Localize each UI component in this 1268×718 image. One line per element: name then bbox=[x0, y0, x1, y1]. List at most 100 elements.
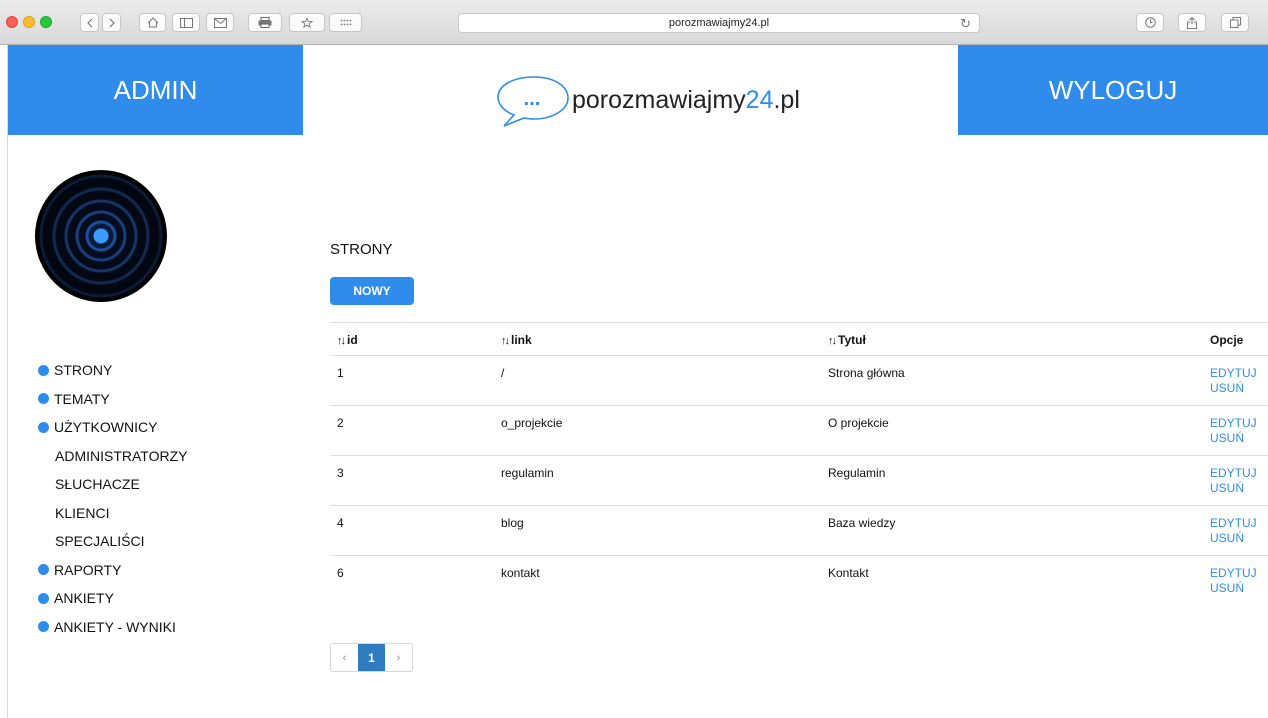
bullet-icon bbox=[38, 364, 49, 376]
url-text: porozmawiajmy24.pl bbox=[668, 17, 770, 29]
close-window-button[interactable] bbox=[6, 16, 18, 28]
sidebar-item-label: RAPORTY bbox=[54, 561, 122, 578]
bookmark-button[interactable] bbox=[289, 13, 325, 32]
page-button-current[interactable]: 1 bbox=[358, 644, 385, 671]
edit-link[interactable]: EDYTUJ bbox=[1210, 366, 1257, 381]
cell-link: regulamin bbox=[501, 466, 554, 480]
new-page-button[interactable]: NOWY bbox=[330, 277, 414, 305]
bullet-icon bbox=[38, 621, 49, 633]
cell-id: 4 bbox=[337, 516, 344, 530]
sidebar-button[interactable] bbox=[172, 13, 200, 32]
share-icon bbox=[1187, 16, 1197, 29]
sidebar-item-uzytkownicy[interactable]: UŻYTKOWNICY bbox=[38, 413, 188, 442]
next-page-button[interactable]: › bbox=[385, 644, 412, 671]
zoom-window-button[interactable] bbox=[40, 16, 52, 28]
sidebar-item-specjalisci[interactable]: SPECJALIŚCI bbox=[38, 527, 188, 556]
admin-header-link[interactable]: ADMIN bbox=[8, 45, 303, 135]
print-button[interactable] bbox=[248, 13, 282, 32]
table-row: 6 kontakt Kontakt EDYTUJ USUŃ bbox=[330, 555, 1268, 605]
delete-link[interactable]: USUŃ bbox=[1210, 381, 1257, 396]
logout-button[interactable]: WYLOGUJ bbox=[958, 45, 1268, 135]
avatar bbox=[35, 170, 167, 302]
star-icon bbox=[300, 17, 314, 28]
address-bar[interactable]: porozmawiajmy24.pl ↻ bbox=[458, 13, 980, 33]
sort-icon: ↑↓ bbox=[337, 335, 346, 347]
prev-page-button[interactable]: ‹ bbox=[331, 644, 358, 671]
column-header-label: link bbox=[511, 333, 532, 347]
page-title: STRONY bbox=[330, 241, 393, 258]
share-button[interactable] bbox=[1178, 13, 1206, 32]
grid-icon bbox=[340, 19, 351, 25]
pages-table: ↑↓ id ↑↓ link ↑↓ Tytuł Opcje 1 / Strona głó… bbox=[330, 322, 1268, 605]
sidebar-item-ankiety-wyniki[interactable]: ANKIETY - WYNIKI bbox=[38, 613, 188, 642]
cell-link: blog bbox=[501, 516, 524, 530]
column-header-link[interactable]: ↑↓ link bbox=[501, 333, 532, 347]
delete-link[interactable]: USUŃ bbox=[1210, 531, 1257, 546]
table-header-row: ↑↓ id ↑↓ link ↑↓ Tytuł Opcje bbox=[330, 322, 1268, 355]
edit-link[interactable]: EDYTUJ bbox=[1210, 466, 1257, 481]
column-header-title[interactable]: ↑↓ Tytuł bbox=[828, 333, 866, 347]
cell-title: Kontakt bbox=[828, 566, 869, 580]
sort-icon: ↑↓ bbox=[828, 335, 837, 347]
bullet-icon bbox=[38, 421, 49, 433]
table-row: 4 blog Baza wiedzy EDYTUJ USUŃ bbox=[330, 505, 1268, 555]
delete-link[interactable]: USUŃ bbox=[1210, 431, 1257, 446]
site-logo[interactable]: ... porozmawiajmy24.pl bbox=[494, 72, 800, 128]
sidebar-item-label: UŻYTKOWNICY bbox=[54, 419, 158, 436]
sidebar-item-raporty[interactable]: RAPORTY bbox=[38, 556, 188, 585]
sidebar-item-administratorzy[interactable]: ADMINISTRATORZY bbox=[38, 442, 188, 471]
cell-id: 1 bbox=[337, 366, 344, 380]
cell-title: Baza wiedzy bbox=[828, 516, 896, 530]
pagination: ‹ 1 › bbox=[330, 643, 413, 672]
edit-link[interactable]: EDYTUJ bbox=[1210, 516, 1257, 531]
window-edge bbox=[0, 45, 8, 718]
table-row: 1 / Strona główna EDYTUJ USUŃ bbox=[330, 355, 1268, 405]
sidebar-item-strony[interactable]: STRONY bbox=[38, 356, 188, 385]
speech-bubble-icon: ... bbox=[497, 76, 569, 127]
window-controls bbox=[6, 16, 52, 28]
cell-link: kontakt bbox=[501, 566, 540, 580]
home-button[interactable] bbox=[139, 13, 166, 32]
history-button[interactable] bbox=[1136, 13, 1164, 32]
sidebar-item-label: SPECJALIŚCI bbox=[55, 533, 145, 550]
sidebar-item-sluchacze[interactable]: SŁUCHACZE bbox=[38, 470, 188, 499]
sidebar-item-label: STRONY bbox=[54, 362, 113, 379]
logo-number: 24 bbox=[745, 85, 774, 114]
back-button[interactable] bbox=[80, 13, 99, 32]
cell-id: 6 bbox=[337, 566, 344, 580]
column-header-id[interactable]: ↑↓ id bbox=[337, 333, 358, 347]
sidebar-nav: STRONY TEMATY UŻYTKOWNICY ADMINISTRATORZ… bbox=[38, 356, 188, 641]
reload-icon[interactable]: ↻ bbox=[960, 16, 971, 32]
top-sites-button[interactable] bbox=[329, 13, 362, 32]
sidebar-item-ankiety[interactable]: ANKIETY bbox=[38, 584, 188, 613]
cell-link: / bbox=[501, 366, 505, 380]
bullet-icon bbox=[38, 592, 49, 604]
sidebar-item-klienci[interactable]: KLIENCI bbox=[38, 499, 188, 528]
clock-icon bbox=[1144, 17, 1156, 28]
cell-link: o_projekcie bbox=[501, 416, 563, 430]
printer-icon bbox=[258, 17, 272, 28]
column-header-label: Tytuł bbox=[838, 333, 866, 347]
cell-id: 2 bbox=[337, 416, 344, 430]
tabs-button[interactable] bbox=[1221, 13, 1249, 32]
table-row: 3 regulamin Regulamin EDYTUJ USUŃ bbox=[330, 455, 1268, 505]
sort-icon: ↑↓ bbox=[501, 335, 510, 347]
logo-prefix: porozmawiajmy bbox=[572, 85, 746, 114]
sidebar-icon bbox=[179, 17, 193, 28]
browser-toolbar: porozmawiajmy24.pl ↻ bbox=[0, 0, 1268, 45]
edit-link[interactable]: EDYTUJ bbox=[1210, 416, 1257, 431]
forward-button[interactable] bbox=[102, 13, 121, 32]
column-header-label: id bbox=[347, 333, 358, 347]
delete-link[interactable]: USUŃ bbox=[1210, 481, 1257, 496]
sidebar-item-tematy[interactable]: TEMATY bbox=[38, 385, 188, 414]
sidebar-item-label: SŁUCHACZE bbox=[55, 476, 140, 493]
logo-text: porozmawiajmy24.pl bbox=[572, 86, 800, 115]
mail-button[interactable] bbox=[206, 13, 234, 32]
sidebar-item-label: ANKIETY bbox=[54, 590, 114, 607]
cell-options: EDYTUJ USUŃ bbox=[1210, 516, 1257, 546]
logo-suffix: .pl bbox=[773, 85, 800, 114]
edit-link[interactable]: EDYTUJ bbox=[1210, 566, 1257, 581]
minimize-window-button[interactable] bbox=[23, 16, 35, 28]
bullet-icon bbox=[38, 564, 49, 576]
delete-link[interactable]: USUŃ bbox=[1210, 581, 1257, 596]
